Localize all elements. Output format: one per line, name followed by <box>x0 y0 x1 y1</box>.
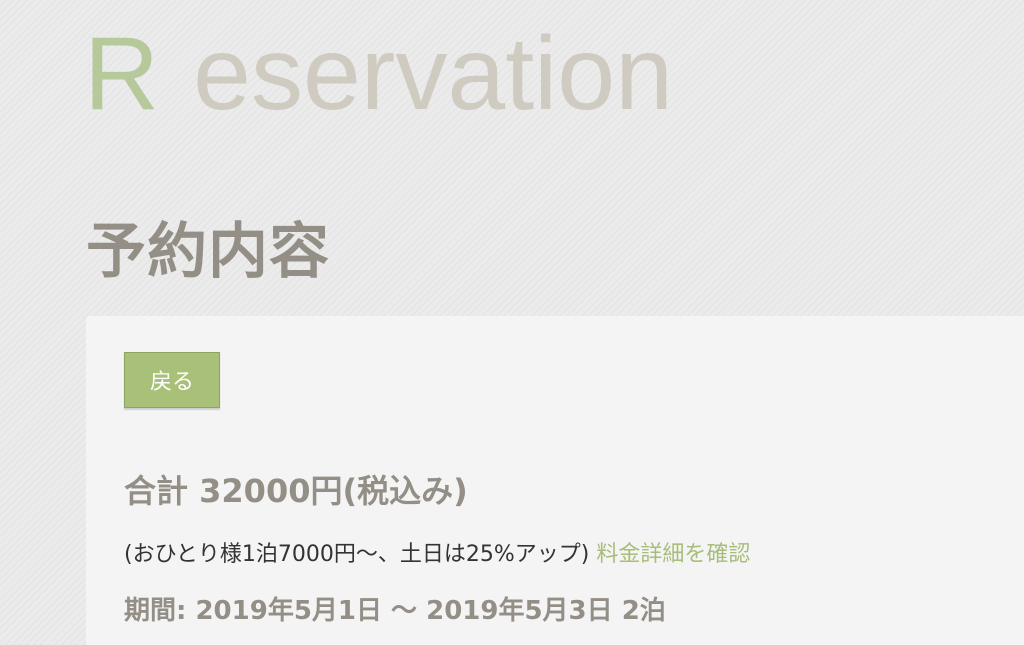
page-title: 予約内容 <box>86 217 330 287</box>
stay-period: 期間: 2019年5月1日 〜 2019年5月3日 2泊 <box>124 596 666 626</box>
price-detail-link[interactable]: 料金詳細を確認 <box>596 542 750 567</box>
logo-initial: R <box>84 16 160 132</box>
total-price: 合計 32000円(税込み) <box>124 472 468 510</box>
reservation-panel: 戻る 合計 32000円(税込み) (おひとり様1泊7000円〜、土日は25%ア… <box>86 316 1024 645</box>
reservation-logo: Reservation <box>84 22 673 126</box>
price-note-line: (おひとり様1泊7000円〜、土日は25%アップ) 料金詳細を確認 <box>124 542 750 568</box>
logo-text: eservation <box>193 16 673 132</box>
back-button[interactable]: 戻る <box>124 352 220 408</box>
price-note: (おひとり様1泊7000円〜、土日は25%アップ) <box>124 542 590 567</box>
